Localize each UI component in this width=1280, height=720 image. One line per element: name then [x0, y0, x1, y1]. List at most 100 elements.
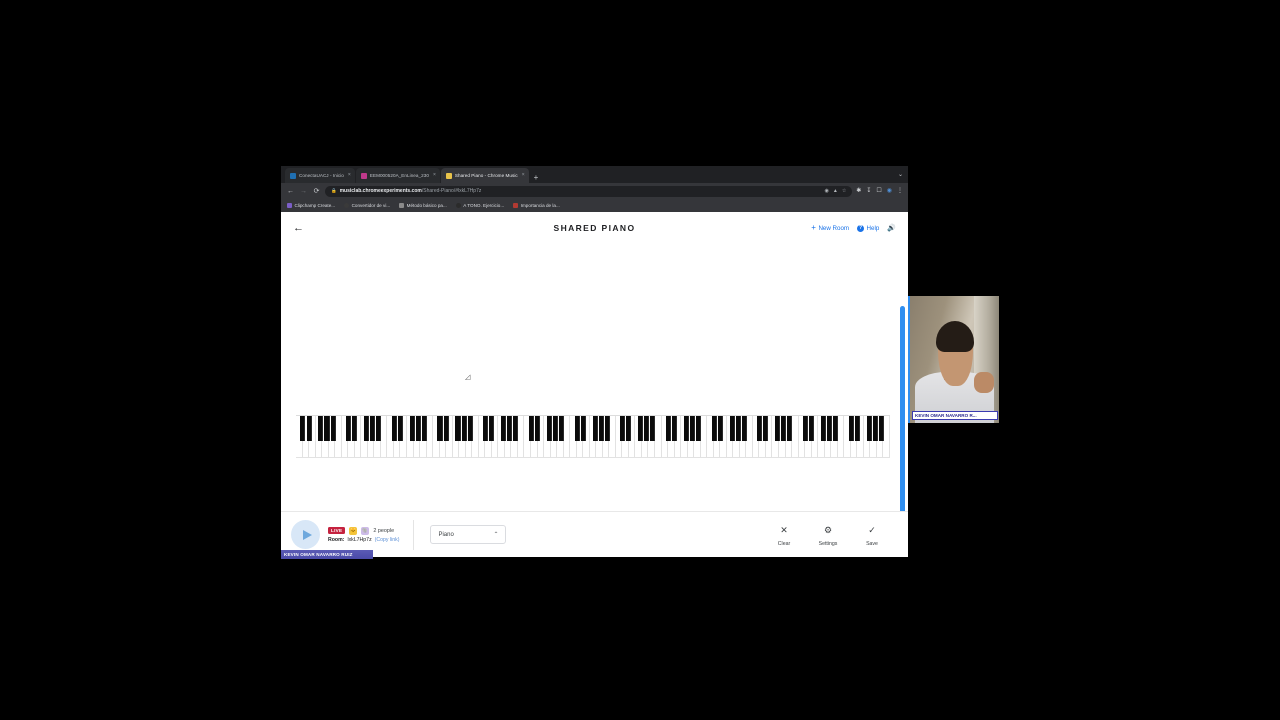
bookmark-star-icon[interactable]: ☆ [842, 188, 846, 194]
note-canvas[interactable]: ◿ [281, 244, 908, 458]
piano-octave[interactable] [752, 416, 799, 458]
black-key[interactable] [650, 416, 656, 442]
black-key[interactable] [580, 416, 586, 442]
bookmark-item[interactable]: Método básico pa... [399, 203, 447, 208]
black-key[interactable] [683, 416, 689, 442]
black-key[interactable] [820, 416, 826, 442]
black-key[interactable] [376, 416, 382, 442]
piano-octave[interactable] [296, 416, 342, 458]
new-room-button[interactable]: + New Room [811, 224, 849, 232]
black-key[interactable] [741, 416, 747, 442]
instrument-select[interactable]: Piano ⌃ [430, 525, 507, 544]
piano-octave[interactable] [798, 416, 845, 458]
white-key[interactable] [883, 416, 890, 458]
black-key[interactable] [696, 416, 702, 442]
piano-octave[interactable] [661, 416, 708, 458]
browser-menu-icon[interactable]: ⋮ [897, 188, 903, 194]
bookmark-item[interactable]: Convertidor de vi... [344, 203, 390, 208]
help-button[interactable]: ? Help [857, 224, 879, 232]
black-key[interactable] [409, 416, 415, 442]
piano-octave[interactable] [707, 416, 753, 458]
browser-tab-2[interactable]: EEM000520A_EnLinea_230 × [355, 168, 440, 183]
bookmark-item[interactable]: Importancia de la... [513, 203, 560, 208]
black-key[interactable] [626, 416, 632, 442]
piano-octave[interactable] [341, 416, 388, 458]
black-key[interactable] [391, 416, 397, 442]
black-key[interactable] [513, 416, 519, 442]
black-key[interactable] [574, 416, 580, 442]
play-button[interactable] [291, 520, 320, 549]
black-key[interactable] [757, 416, 763, 442]
black-key[interactable] [324, 416, 330, 442]
profile-avatar-icon[interactable]: ◉ [887, 188, 892, 194]
close-icon[interactable]: × [432, 173, 436, 178]
forward-icon[interactable]: → [299, 188, 308, 195]
black-key[interactable] [534, 416, 540, 442]
piano-octave[interactable] [615, 416, 662, 458]
black-key[interactable] [437, 416, 443, 442]
black-key[interactable] [672, 416, 678, 442]
bookmark-item[interactable]: Clipchamp Create... [287, 203, 335, 208]
black-key[interactable] [415, 416, 421, 442]
black-key[interactable] [546, 416, 552, 442]
piano-octave[interactable] [524, 416, 571, 458]
black-key[interactable] [489, 416, 495, 442]
settings-button[interactable]: ⚙ Settings [814, 522, 842, 548]
browser-tab-1[interactable]: ConectaUACJ - Inicio × [285, 168, 355, 183]
black-key[interactable] [763, 416, 769, 442]
black-key[interactable] [501, 416, 507, 442]
black-key[interactable] [421, 416, 427, 442]
copy-link-button[interactable]: (Copy link) [375, 537, 400, 543]
black-key[interactable] [620, 416, 626, 442]
black-key[interactable] [507, 416, 513, 442]
black-key[interactable] [461, 416, 467, 442]
share-icon[interactable]: ▲ [833, 188, 838, 194]
black-key[interactable] [781, 416, 787, 442]
black-key[interactable] [866, 416, 872, 442]
black-key[interactable] [352, 416, 358, 442]
black-key[interactable] [638, 416, 644, 442]
black-key[interactable] [330, 416, 336, 442]
reload-icon[interactable]: ⟳ [312, 188, 321, 195]
extension-badge-icon[interactable]: ◉ [824, 188, 828, 194]
piano-octave[interactable] [433, 416, 479, 458]
black-key[interactable] [364, 416, 370, 442]
black-key[interactable] [397, 416, 403, 442]
address-bar[interactable]: 🔒 musiclab.chromeexperiments.com/Shared-… [325, 185, 853, 197]
black-key[interactable] [592, 416, 598, 442]
black-key[interactable] [729, 416, 735, 442]
black-key[interactable] [802, 416, 808, 442]
black-key[interactable] [775, 416, 781, 442]
downloads-icon[interactable]: ↧ [866, 188, 871, 194]
black-key[interactable] [717, 416, 723, 442]
black-key[interactable] [300, 416, 306, 442]
black-key[interactable] [443, 416, 449, 442]
piano-octave[interactable] [478, 416, 525, 458]
back-icon[interactable]: ← [286, 188, 295, 195]
black-key[interactable] [644, 416, 650, 442]
webcam-video-panel[interactable]: KEVIN OMAR NAVARRO R... [908, 296, 999, 423]
sidepanel-icon[interactable]: ☐ [876, 188, 881, 194]
black-key[interactable] [306, 416, 312, 442]
black-key[interactable] [346, 416, 352, 442]
piano-octave[interactable] [844, 416, 890, 458]
browser-tab-3-active[interactable]: Shared Piano - Chrome Music × [440, 168, 529, 183]
black-key[interactable] [854, 416, 860, 442]
black-key[interactable] [848, 416, 854, 442]
volume-icon[interactable]: 🔊 [887, 224, 896, 232]
black-key[interactable] [318, 416, 324, 442]
black-key[interactable] [827, 416, 833, 442]
black-key[interactable] [735, 416, 741, 442]
black-key[interactable] [787, 416, 793, 442]
clear-button[interactable]: ✕ Clear [770, 522, 798, 548]
black-key[interactable] [552, 416, 558, 442]
black-key[interactable] [604, 416, 610, 442]
save-button[interactable]: ✓ Save [858, 522, 886, 548]
black-key[interactable] [872, 416, 878, 442]
black-key[interactable] [370, 416, 376, 442]
piano-octave[interactable] [387, 416, 434, 458]
black-key[interactable] [711, 416, 717, 442]
black-key[interactable] [483, 416, 489, 442]
black-key[interactable] [558, 416, 565, 442]
black-key[interactable] [809, 416, 815, 442]
